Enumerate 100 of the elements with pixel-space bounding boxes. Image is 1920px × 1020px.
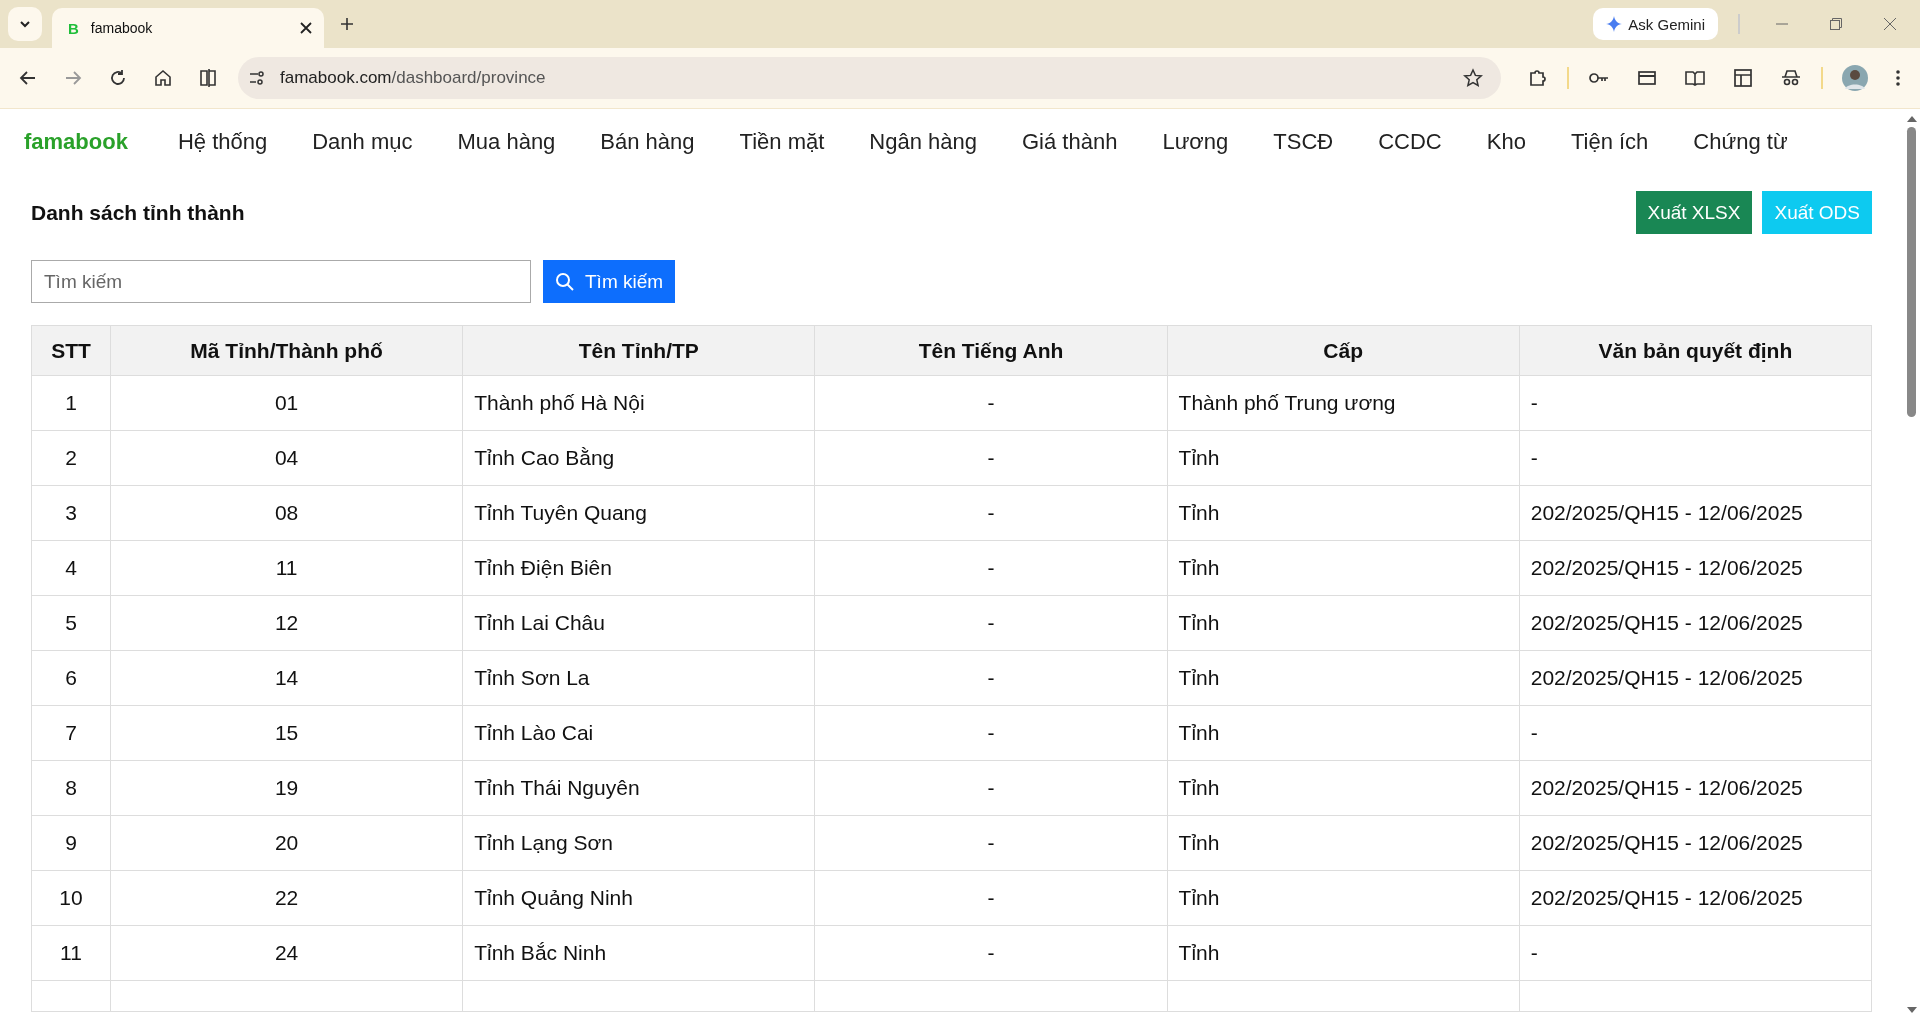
table-cell: - [1519, 705, 1872, 761]
address-bar[interactable]: famabook.com/dashboard/province [238, 57, 1501, 99]
table-cell: Tỉnh [1167, 870, 1520, 926]
nav-link[interactable]: Hệ thống [177, 129, 268, 155]
ask-gemini-button[interactable]: Ask Gemini [1593, 8, 1718, 40]
table-cell: 01 [110, 375, 463, 431]
scrollbar-thumb[interactable] [1907, 127, 1916, 417]
table-cell: 12 [110, 595, 463, 651]
search-field[interactable]: Tìm kiếm [31, 260, 531, 303]
table-cell: Tỉnh Bắc Ninh [462, 925, 815, 981]
table-cell: - [814, 540, 1168, 596]
scroll-up-icon[interactable] [1906, 115, 1917, 123]
table-cell: Tỉnh Lai Châu [462, 595, 815, 651]
table-cell: 24 [110, 925, 463, 981]
table-cell: Tỉnh [1167, 760, 1520, 816]
table-cell: 3 [31, 485, 111, 541]
table-cell: 202/2025/QH15 - 12/06/2025 [1519, 485, 1872, 541]
table-cell: 5 [31, 595, 111, 651]
nav-link[interactable]: Kho [1486, 129, 1526, 155]
table-cell: 22 [110, 870, 463, 926]
incognito-icon[interactable] [1780, 68, 1802, 88]
column-header: Cấp [1167, 325, 1520, 376]
restore-icon[interactable] [1829, 17, 1843, 31]
back-icon[interactable] [19, 69, 37, 87]
table-cell: Tỉnh [1167, 430, 1520, 486]
reload-icon[interactable] [109, 69, 127, 87]
table-cell: Thành phố Hà Nội [462, 375, 815, 431]
table-cell: Tỉnh [1167, 540, 1520, 596]
table-cell: 1 [31, 375, 111, 431]
table-cell: Thành phố Trung ương [1167, 375, 1520, 431]
table-cell: Tỉnh [1167, 485, 1520, 541]
table-cell: - [814, 650, 1168, 706]
table-cell: 9 [31, 815, 111, 871]
table-cell: - [814, 870, 1168, 926]
table-cell: - [1519, 375, 1872, 431]
layout-icon[interactable] [1733, 68, 1753, 88]
split-view-icon[interactable] [199, 69, 217, 87]
new-tab-icon[interactable] [340, 17, 354, 31]
table-cell: 202/2025/QH15 - 12/06/2025 [1519, 760, 1872, 816]
table-cell: Tỉnh [1167, 705, 1520, 761]
puzzle-icon[interactable] [1528, 68, 1548, 88]
table-cell: 11 [110, 540, 463, 596]
nav-link[interactable]: Lương [1162, 129, 1229, 155]
avatar-icon[interactable] [1842, 65, 1868, 91]
url-text: famabook.com/dashboard/province [280, 68, 547, 88]
nav-link[interactable]: Tiền mặt [739, 129, 825, 155]
table-cell: 4 [31, 540, 111, 596]
sparkle-icon [1606, 16, 1623, 32]
scroll-down-icon[interactable] [1906, 1006, 1917, 1014]
table-cell: Tỉnh [1167, 925, 1520, 981]
column-header: Tên Tỉnh/TP [462, 325, 815, 376]
table-cell: 04 [110, 430, 463, 486]
table-cell: 2 [31, 430, 111, 486]
table-cell: 202/2025/QH15 - 12/06/2025 [1519, 650, 1872, 706]
card-icon[interactable] [1637, 68, 1657, 88]
table-cell: 15 [110, 705, 463, 761]
search-button[interactable]: Tìm kiếm [543, 260, 676, 303]
nav-link[interactable]: Chứng từ [1693, 129, 1788, 155]
table-cell: - [814, 375, 1168, 431]
export-xlsx-button[interactable]: Xuất XLSX [1635, 191, 1753, 234]
nav-link[interactable]: Mua hàng [457, 129, 556, 155]
table-cell: Tỉnh Lạng Sơn [462, 815, 815, 871]
column-header: Tên Tiếng Anh [814, 325, 1168, 376]
table-cell: 202/2025/QH15 - 12/06/2025 [1519, 595, 1872, 651]
table-cell: 08 [110, 485, 463, 541]
table-cell: 7 [31, 705, 111, 761]
table-cell: Tỉnh [1167, 595, 1520, 651]
column-header: Mã Tỉnh/Thành phố [110, 325, 463, 376]
close-icon[interactable] [300, 22, 312, 34]
table-cell: Tỉnh Điện Biên [462, 540, 815, 596]
column-header: Văn bản quyết định [1519, 325, 1872, 376]
table-cell: 202/2025/QH15 - 12/06/2025 [1519, 815, 1872, 871]
search-icon [555, 271, 575, 292]
table-cell: Tỉnh [1167, 815, 1520, 871]
star-icon[interactable] [1463, 68, 1483, 88]
table-cell: - [814, 925, 1168, 981]
table-cell: - [814, 430, 1168, 486]
nav-link[interactable]: CCDC [1378, 129, 1442, 155]
column-header: STT [31, 325, 111, 376]
table-cell: 10 [31, 870, 111, 926]
table-cell: Tỉnh Tuyên Quang [462, 485, 815, 541]
browser-tab[interactable]: B famabook [52, 8, 324, 48]
table-cell: 202/2025/QH15 - 12/06/2025 [1519, 870, 1872, 926]
table-cell: Tỉnh Thái Nguyên [462, 760, 815, 816]
nav-link[interactable]: Tiện ích [1570, 129, 1649, 155]
table-cell: 11 [31, 925, 111, 981]
tab-list-button[interactable] [8, 7, 42, 41]
nav-link[interactable]: Ngân hàng [869, 129, 977, 155]
menu-icon[interactable] [1895, 69, 1901, 87]
site-settings-icon[interactable] [248, 69, 266, 87]
table-cell: 6 [31, 650, 111, 706]
table-cell: - [814, 815, 1168, 871]
nav-link[interactable]: Bán hàng [600, 129, 695, 155]
nav-link[interactable]: Giá thành [1022, 129, 1118, 155]
book-icon[interactable] [1684, 68, 1706, 88]
nav-link[interactable]: TSCĐ [1273, 129, 1334, 155]
favicon: B [68, 19, 79, 37]
forward-icon[interactable] [64, 69, 82, 87]
nav-link[interactable]: Danh mục [312, 129, 413, 155]
home-icon[interactable] [154, 69, 172, 87]
